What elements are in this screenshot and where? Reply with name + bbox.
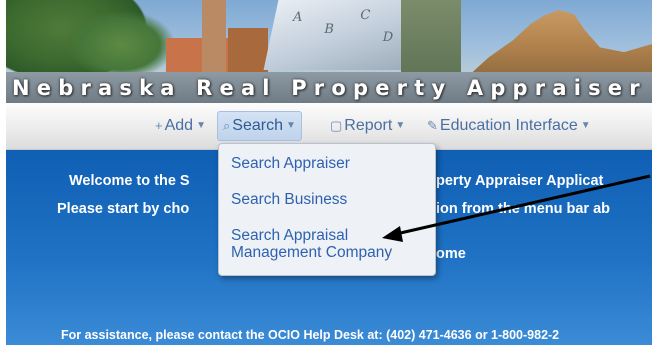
- arrowhead-icon: [382, 226, 403, 242]
- annotation-arrow: [382, 174, 651, 242]
- arrow-line: [395, 174, 651, 236]
